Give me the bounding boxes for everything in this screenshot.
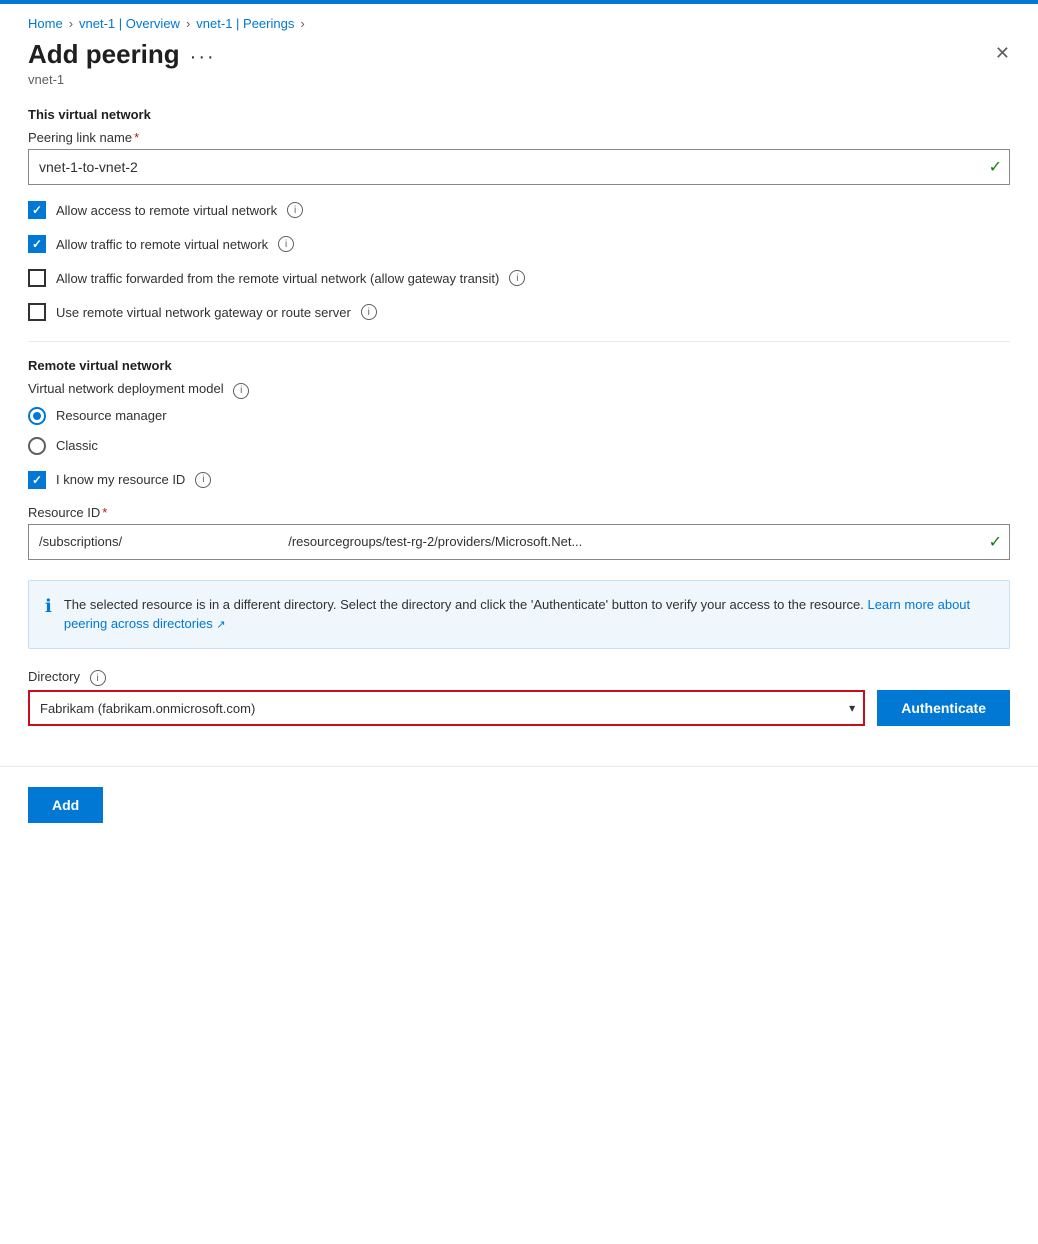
- allow-traffic-checkbox[interactable]: ✓: [28, 235, 46, 253]
- external-link-icon: ↗: [216, 619, 225, 631]
- resource-manager-label: Resource manager: [56, 408, 167, 423]
- resource-id-valid-icon: ✓: [989, 532, 1002, 552]
- classic-label: Classic: [56, 438, 98, 453]
- breadcrumb-vnet-overview[interactable]: vnet-1 | Overview: [79, 16, 180, 31]
- resource-manager-radio-row: Resource manager: [28, 407, 1010, 425]
- resource-id-label: Resource ID*: [28, 505, 1010, 520]
- know-resource-id-checkmark: ✓: [32, 473, 42, 487]
- breadcrumb-sep-3: ›: [300, 16, 304, 31]
- info-banner-text: The selected resource is in a different …: [64, 595, 993, 634]
- allow-traffic-checkmark: ✓: [32, 237, 42, 251]
- breadcrumb-home[interactable]: Home: [28, 16, 63, 31]
- breadcrumb: Home › vnet-1 | Overview › vnet-1 | Peer…: [0, 4, 1038, 39]
- use-gateway-label: Use remote virtual network gateway or ro…: [56, 305, 351, 320]
- bottom-bar: Add: [0, 766, 1038, 843]
- page-title: Add peering: [28, 39, 180, 70]
- allow-forwarded-checkbox[interactable]: [28, 269, 46, 287]
- authenticate-button[interactable]: Authenticate: [877, 690, 1010, 726]
- allow-traffic-row: ✓ Allow traffic to remote virtual networ…: [28, 235, 1010, 253]
- directory-select[interactable]: Fabrikam (fabrikam.onmicrosoft.com): [28, 690, 865, 726]
- peering-link-name-valid-icon: ✓: [989, 157, 1002, 177]
- allow-access-label: Allow access to remote virtual network: [56, 203, 277, 218]
- header-row: Add peering ··· ✕: [0, 39, 1038, 70]
- deployment-model-label: Virtual network deployment model i: [28, 381, 1010, 399]
- breadcrumb-sep-1: ›: [69, 16, 73, 31]
- deployment-model-info-icon[interactable]: i: [233, 383, 249, 399]
- main-content: This virtual network Peering link name* …: [0, 107, 1038, 726]
- allow-traffic-label: Allow traffic to remote virtual network: [56, 237, 268, 252]
- know-resource-id-row: ✓ I know my resource ID i: [28, 471, 1010, 489]
- allow-forwarded-info-icon[interactable]: i: [509, 270, 525, 286]
- peering-link-name-input[interactable]: [28, 149, 1010, 185]
- directory-select-wrapper: Fabrikam (fabrikam.onmicrosoft.com) ▾: [28, 690, 865, 726]
- allow-traffic-info-icon[interactable]: i: [278, 236, 294, 252]
- directory-row: Fabrikam (fabrikam.onmicrosoft.com) ▾ Au…: [28, 690, 1010, 726]
- use-gateway-info-icon[interactable]: i: [361, 304, 377, 320]
- allow-forwarded-row: Allow traffic forwarded from the remote …: [28, 269, 1010, 287]
- use-gateway-row: Use remote virtual network gateway or ro…: [28, 303, 1010, 321]
- breadcrumb-sep-2: ›: [186, 16, 190, 31]
- classic-radio-row: Classic: [28, 437, 1010, 455]
- directory-info-icon[interactable]: i: [90, 670, 106, 686]
- peering-link-name-wrapper: ✓: [28, 149, 1010, 185]
- allow-forwarded-label: Allow traffic forwarded from the remote …: [56, 271, 499, 286]
- know-resource-id-checkbox[interactable]: ✓: [28, 471, 46, 489]
- info-banner: ℹ The selected resource is in a differen…: [28, 580, 1010, 649]
- allow-access-checkbox[interactable]: ✓: [28, 201, 46, 219]
- info-banner-icon: ℹ: [45, 596, 52, 617]
- section-divider: [28, 341, 1010, 342]
- more-options-button[interactable]: ···: [190, 47, 216, 67]
- allow-access-checkmark: ✓: [32, 203, 42, 217]
- this-vnet-section-label: This virtual network: [28, 107, 1010, 122]
- classic-radio[interactable]: [28, 437, 46, 455]
- allow-access-row: ✓ Allow access to remote virtual network…: [28, 201, 1010, 219]
- resource-id-input[interactable]: [28, 524, 1010, 560]
- use-gateway-checkbox[interactable]: [28, 303, 46, 321]
- title-area: Add peering ···: [28, 39, 216, 70]
- resource-id-wrapper: ✓: [28, 524, 1010, 560]
- page-subtitle: vnet-1: [0, 70, 1038, 107]
- add-button[interactable]: Add: [28, 787, 103, 823]
- allow-access-info-icon[interactable]: i: [287, 202, 303, 218]
- breadcrumb-vnet-peerings[interactable]: vnet-1 | Peerings: [196, 16, 294, 31]
- resource-manager-radio[interactable]: [28, 407, 46, 425]
- close-button[interactable]: ✕: [995, 43, 1010, 64]
- directory-label: Directory i: [28, 669, 1010, 687]
- know-resource-id-info-icon[interactable]: i: [195, 472, 211, 488]
- peering-link-name-label: Peering link name*: [28, 130, 1010, 145]
- know-resource-id-label: I know my resource ID: [56, 472, 185, 487]
- remote-vnet-section-label: Remote virtual network: [28, 358, 1010, 373]
